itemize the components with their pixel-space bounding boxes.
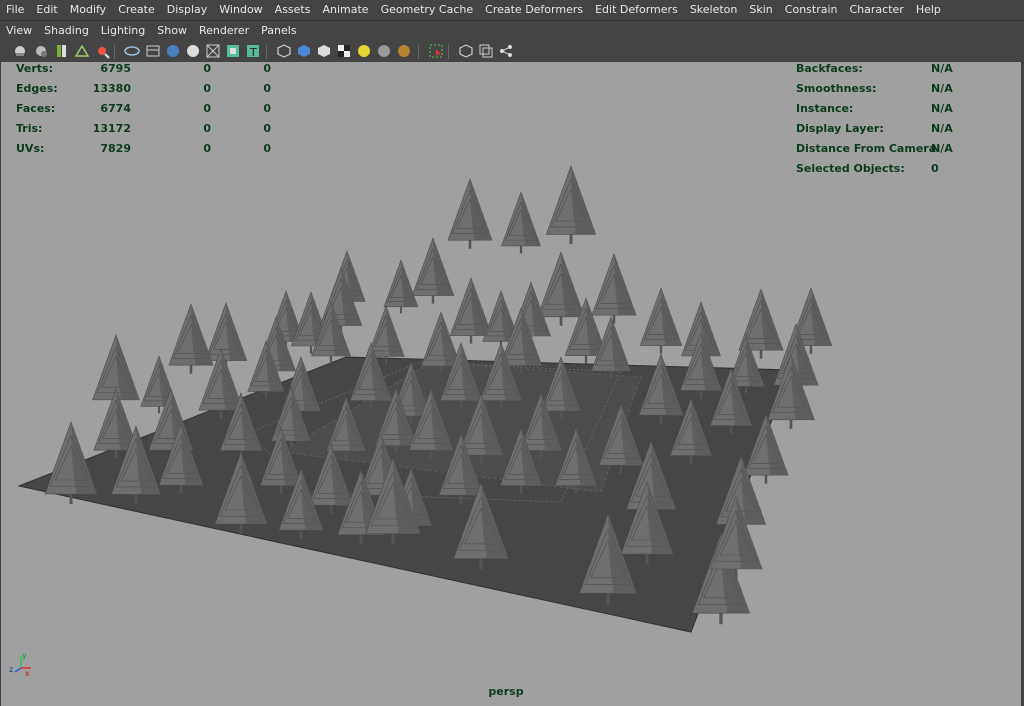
hud-label: Smoothness:	[796, 82, 877, 95]
hud-label: Tris:	[16, 122, 43, 135]
panel-toolbar: T	[0, 41, 1024, 63]
hud-value: 0	[263, 102, 271, 115]
hud-value: 13172	[92, 122, 131, 135]
pine-tree[interactable]	[639, 287, 683, 354]
safe-action-icon[interactable]	[225, 43, 241, 59]
backface-icon[interactable]	[498, 43, 514, 59]
pine-tree[interactable]	[545, 165, 597, 244]
safe-title-icon[interactable]: T	[245, 43, 261, 59]
wireframe-icon[interactable]	[276, 43, 292, 59]
hud-label: Instance:	[796, 102, 854, 115]
menu-assets[interactable]: Assets	[269, 0, 317, 20]
image-plane-icon[interactable]	[74, 43, 90, 59]
panel-menu-shading[interactable]: Shading	[38, 21, 95, 41]
hud-value: 0	[263, 122, 271, 135]
menu-window[interactable]: Window	[213, 0, 268, 20]
axis-y-label: y	[22, 651, 27, 660]
hud-value: N/A	[931, 62, 953, 75]
pine-tree[interactable]	[411, 237, 455, 304]
menu-modify[interactable]: Modify	[64, 0, 112, 20]
toolbar-separator	[266, 44, 267, 59]
menu-skeleton[interactable]: Skeleton	[684, 0, 744, 20]
pine-tree[interactable]	[591, 253, 637, 324]
hud-label: Edges:	[16, 82, 58, 95]
hud-value: 6795	[100, 62, 131, 75]
camera-select-icon[interactable]	[12, 43, 28, 59]
bookmarks-icon[interactable]	[54, 43, 70, 59]
toolbar-separator	[418, 44, 419, 59]
hud-value: N/A	[931, 122, 953, 135]
hud-value: 6774	[100, 102, 131, 115]
screen-space-ao-icon[interactable]	[396, 43, 412, 59]
default-material-icon[interactable]	[316, 43, 332, 59]
grid-icon[interactable]	[124, 43, 140, 59]
pine-tree[interactable]	[204, 302, 248, 369]
pine-tree[interactable]	[383, 259, 419, 314]
hud-label: Verts:	[16, 62, 54, 75]
isolate-select-icon[interactable]	[428, 43, 444, 59]
hud-label: Backfaces:	[796, 62, 863, 75]
resolution-gate-icon[interactable]	[165, 43, 181, 59]
gate-mask-icon[interactable]	[185, 43, 201, 59]
svg-text:T: T	[249, 46, 257, 59]
hud-label: Display Layer:	[796, 122, 884, 135]
hud-value: 0	[263, 62, 271, 75]
hud-label: Selected Objects:	[796, 162, 905, 175]
menu-geometry-cache[interactable]: Geometry Cache	[375, 0, 480, 20]
hud-value: 0	[263, 142, 271, 155]
menu-create[interactable]: Create	[112, 0, 161, 20]
scene-graphics[interactable]	[1, 62, 1021, 706]
panel-menu-panels[interactable]: Panels	[255, 21, 302, 41]
pine-tree[interactable]	[447, 178, 493, 249]
menu-help[interactable]: Help	[910, 0, 947, 20]
axis-x-label: x	[25, 669, 30, 676]
panel-menu-renderer[interactable]: Renderer	[193, 21, 255, 41]
perspective-viewport[interactable]: Verts: 6795 0 0 Edges: 13380 0 0 Faces: 6774 0 0 Tri…	[1, 62, 1021, 706]
textured-icon[interactable]	[336, 43, 352, 59]
panel-menu-view[interactable]: View	[0, 21, 38, 41]
menu-constrain[interactable]: Constrain	[779, 0, 844, 20]
panel-menu-show[interactable]: Show	[151, 21, 193, 41]
hud-label: Faces:	[16, 102, 56, 115]
film-gate-icon[interactable]	[145, 43, 161, 59]
xray-icon[interactable]	[458, 43, 474, 59]
view-axis-icon: y x z	[9, 651, 31, 676]
pine-tree[interactable]	[168, 303, 214, 374]
panel-menu-lighting[interactable]: Lighting	[95, 21, 151, 41]
menu-display[interactable]: Display	[161, 0, 214, 20]
menu-animate[interactable]: Animate	[316, 0, 374, 20]
menu-edit[interactable]: Edit	[30, 0, 63, 20]
xray-joints-icon[interactable]	[478, 43, 494, 59]
hud-value: N/A	[931, 102, 953, 115]
hud-value: N/A	[931, 82, 953, 95]
hud-value: 7829	[100, 142, 131, 155]
panel-menubar: View Shading Lighting Show Renderer Panels	[0, 21, 1024, 41]
toolbar-separator	[448, 44, 449, 59]
shadows-icon[interactable]	[376, 43, 392, 59]
toolbar-separator	[114, 44, 115, 59]
menu-character[interactable]: Character	[844, 0, 910, 20]
camera-attributes-icon[interactable]	[33, 43, 49, 59]
camera-name-label: persp	[488, 685, 524, 698]
use-all-lights-icon[interactable]	[356, 43, 372, 59]
menu-create-deformers[interactable]: Create Deformers	[479, 0, 589, 20]
hud-value: 13380	[92, 82, 131, 95]
hud-label: UVs:	[16, 142, 45, 155]
axis-z-label: z	[9, 665, 13, 674]
hud-label: Distance From Camera:	[796, 142, 941, 155]
main-menubar: File Edit Modify Create Display Window Assets A…	[0, 0, 1024, 21]
two-d-pan-zoom-icon[interactable]	[94, 43, 110, 59]
pine-tree[interactable]	[501, 191, 541, 254]
pine-tree[interactable]	[537, 251, 585, 326]
menu-skin[interactable]: Skin	[743, 0, 778, 20]
menu-file[interactable]: File	[0, 0, 30, 20]
field-chart-icon[interactable]	[205, 43, 221, 59]
menu-edit-deformers[interactable]: Edit Deformers	[589, 0, 684, 20]
smooth-shade-icon[interactable]	[296, 43, 312, 59]
hud-value: N/A	[931, 142, 953, 155]
hud-value: 0	[263, 82, 271, 95]
hud-value: 0	[931, 162, 939, 175]
